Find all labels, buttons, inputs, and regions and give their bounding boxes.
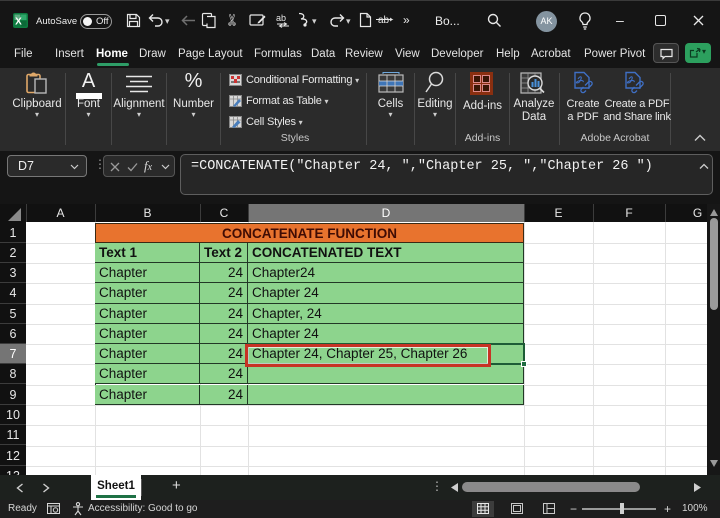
svg-text:X: X [15,17,22,28]
svg-text:ab: ab [378,15,390,26]
svg-text:ab: ab [276,13,286,23]
